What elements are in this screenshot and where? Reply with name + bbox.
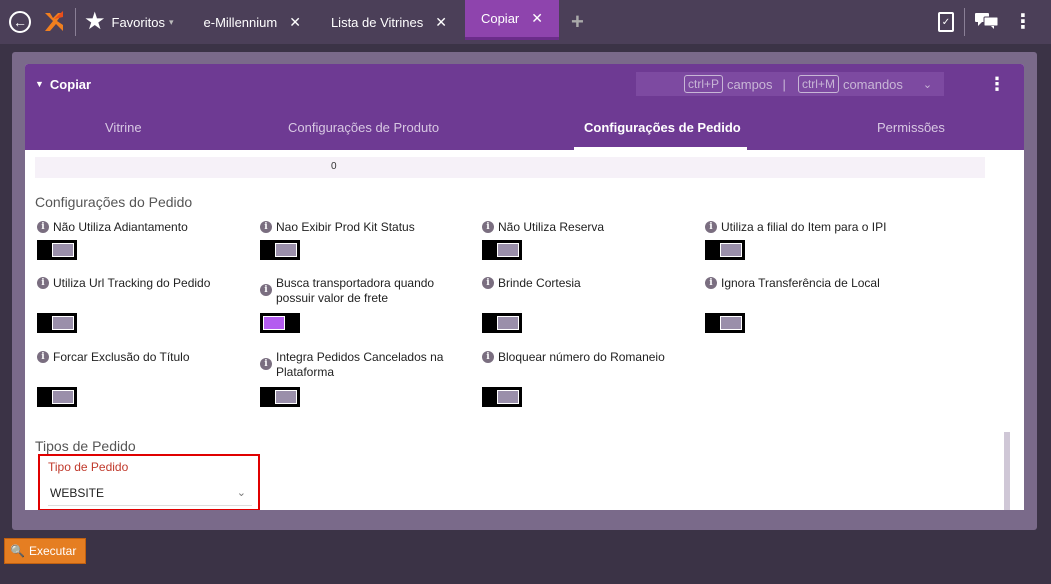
order-config-title: Configurações do Pedido [35, 194, 193, 210]
toggle-forcar-exclusao-titulo[interactable] [37, 387, 77, 407]
star-icon[interactable]: ★ [84, 10, 106, 34]
option-label: Busca transportadora quando possuir valo… [276, 276, 435, 305]
tab-vitrine[interactable]: Vitrine [105, 104, 142, 150]
toggle-nao-utiliza-adiantamento[interactable] [37, 240, 77, 260]
info-icon[interactable]: i [37, 221, 49, 233]
favorites-menu[interactable]: Favoritos ▾ [112, 15, 174, 30]
tab-label: Lista de Vitrines [330, 14, 424, 30]
toggle-ignora-transferencia-local[interactable] [705, 313, 745, 333]
divider [75, 8, 76, 36]
chevron-down-icon[interactable]: ⌄ [923, 78, 932, 91]
info-icon[interactable]: i [260, 358, 272, 370]
option-label: Não Utiliza Adiantamento [53, 220, 188, 234]
tab-e-millennium[interactable]: e-Millennium ✕ [192, 0, 313, 44]
option-label: Forcar Exclusão do Título [53, 350, 190, 364]
card-header[interactable]: ▼ Copiar ctrl+P campos | ctrl+M comandos… [25, 64, 1024, 104]
info-icon[interactable]: i [482, 351, 494, 363]
info-icon[interactable]: i [37, 277, 49, 289]
divider [964, 8, 965, 36]
option-label: Não Utiliza Reserva [498, 220, 605, 234]
option-label: Utiliza Url Tracking do Pedido [53, 276, 211, 290]
option-label: Nao Exibir Prod Kit Status [276, 220, 415, 234]
close-icon[interactable]: ✕ [289, 14, 301, 31]
info-icon[interactable]: i [705, 277, 717, 289]
card-body: 0 Configurações do Pedido i Não Utiliza A… [25, 150, 1024, 510]
chevron-down-icon[interactable]: ⌄ [237, 486, 246, 499]
toggle-brinde-cortesia[interactable] [482, 313, 522, 333]
order-types-title: Tipos de Pedido [35, 438, 136, 454]
card-more-options-icon[interactable]: ⋮ [988, 74, 1006, 95]
toggle-utiliza-url-tracking[interactable] [37, 313, 77, 333]
command-search[interactable]: ctrl+P campos | ctrl+M comandos ⌄ [636, 72, 944, 96]
back-arrow-icon[interactable]: ← [9, 11, 31, 33]
order-type-select[interactable]: WEBSITE ⌄ [48, 480, 252, 506]
shortcut-commands-label: comandos [842, 76, 903, 92]
toggle-utiliza-filial-item-ipi[interactable] [705, 240, 745, 260]
tab-configuracoes-de-produto[interactable]: Configurações de Produto [288, 104, 439, 150]
tab-copiar[interactable]: Copiar ✕ [464, 0, 559, 40]
tab-label: Copiar [480, 11, 520, 26]
app-logo-icon[interactable] [41, 9, 67, 35]
chevron-down-icon: ▾ [168, 16, 174, 27]
shortcut-fields-label: campos [727, 76, 773, 92]
close-icon[interactable]: ✕ [435, 14, 447, 31]
execute-button[interactable]: 🔍 Executar [4, 538, 86, 564]
option-utiliza-url-tracking: i Utiliza Url Tracking do Pedido [37, 276, 237, 291]
option-utiliza-filial-item-ipi: i Utiliza a filial do Item para o IPI [705, 220, 935, 235]
tab-permissoes[interactable]: Permissões [877, 104, 945, 150]
chat-icon[interactable] [975, 11, 999, 34]
option-nao-utiliza-reserva: i Não Utiliza Reserva [482, 220, 682, 235]
toggle-nao-utiliza-reserva[interactable] [482, 240, 522, 260]
option-busca-transportadora: i Busca transportadora quando possuir val… [260, 276, 460, 306]
add-tab-icon[interactable]: + [571, 9, 584, 35]
tab-configuracoes-de-pedido[interactable]: Configurações de Pedido [584, 104, 741, 150]
tab-lista-de-vitrines[interactable]: Lista de Vitrines ✕ [319, 0, 459, 44]
execute-label: Executar [28, 544, 77, 558]
option-label: Bloquear número do Romaneio [498, 350, 665, 364]
shortcut-separator: | [782, 76, 786, 92]
strip-value: 0 [331, 161, 337, 172]
info-icon[interactable]: i [260, 221, 272, 233]
info-icon[interactable]: i [482, 277, 494, 289]
option-label: Ignora Transferência de Local [721, 276, 880, 290]
order-type-field-highlight: Tipo de Pedido WEBSITE ⌄ [38, 454, 260, 510]
option-bloquear-numero-romaneio: i Bloquear número do Romaneio [482, 350, 682, 365]
copy-card: ▼ Copiar ctrl+P campos | ctrl+M comandos… [25, 64, 1024, 510]
info-icon[interactable]: i [482, 221, 494, 233]
tab-label: e-Millennium [203, 14, 278, 30]
toggle-integra-pedidos-cancelados[interactable] [260, 387, 300, 407]
option-label: Brinde Cortesia [498, 276, 581, 290]
section-tabs: Vitrine Configurações de Produto Configu… [25, 104, 1024, 150]
search-icon: 🔍 [10, 544, 25, 558]
option-nao-exibir-prod-kit-status: i Nao Exibir Prod Kit Status [260, 220, 460, 235]
toggle-nao-exibir-prod-kit-status[interactable] [260, 240, 300, 260]
info-icon[interactable]: i [37, 351, 49, 363]
info-icon[interactable]: i [260, 284, 272, 296]
card-title: Copiar [49, 76, 92, 92]
shortcut-fields-key: ctrl+P [684, 75, 724, 93]
option-nao-utiliza-adiantamento: i Não Utiliza Adiantamento [37, 220, 237, 235]
order-type-label: Tipo de Pedido [48, 460, 129, 474]
toggle-bloquear-numero-romaneio[interactable] [482, 387, 522, 407]
collapse-triangle-icon[interactable]: ▼ [35, 79, 44, 89]
top-bar: ← ★ Favoritos ▾ e-Millennium ✕ Lista de … [0, 0, 1051, 44]
clipboard-check-icon[interactable]: ✓ [938, 12, 954, 32]
shortcut-commands-key: ctrl+M [797, 75, 839, 93]
option-label: Utiliza a filial do Item para o IPI [721, 220, 887, 234]
favorites-label: Favoritos [111, 14, 165, 30]
info-icon[interactable]: i [705, 221, 717, 233]
scrollbar-thumb[interactable] [1004, 432, 1010, 510]
option-ignora-transferencia-local: i Ignora Transferência de Local [705, 276, 935, 291]
more-options-icon[interactable]: ⋮ [1013, 12, 1033, 32]
option-brinde-cortesia: i Brinde Cortesia [482, 276, 682, 291]
option-integra-pedidos-cancelados: i Integra Pedidos Cancelados na Plataform… [260, 350, 460, 380]
order-type-value: WEBSITE [50, 485, 105, 500]
value-strip: 0 [35, 157, 985, 178]
option-label: Integra Pedidos Cancelados na Plataforma [276, 350, 444, 379]
option-forcar-exclusao-titulo: i Forcar Exclusão do Título [37, 350, 237, 365]
toggle-busca-transportadora[interactable] [260, 313, 300, 333]
close-icon[interactable]: ✕ [531, 10, 543, 27]
